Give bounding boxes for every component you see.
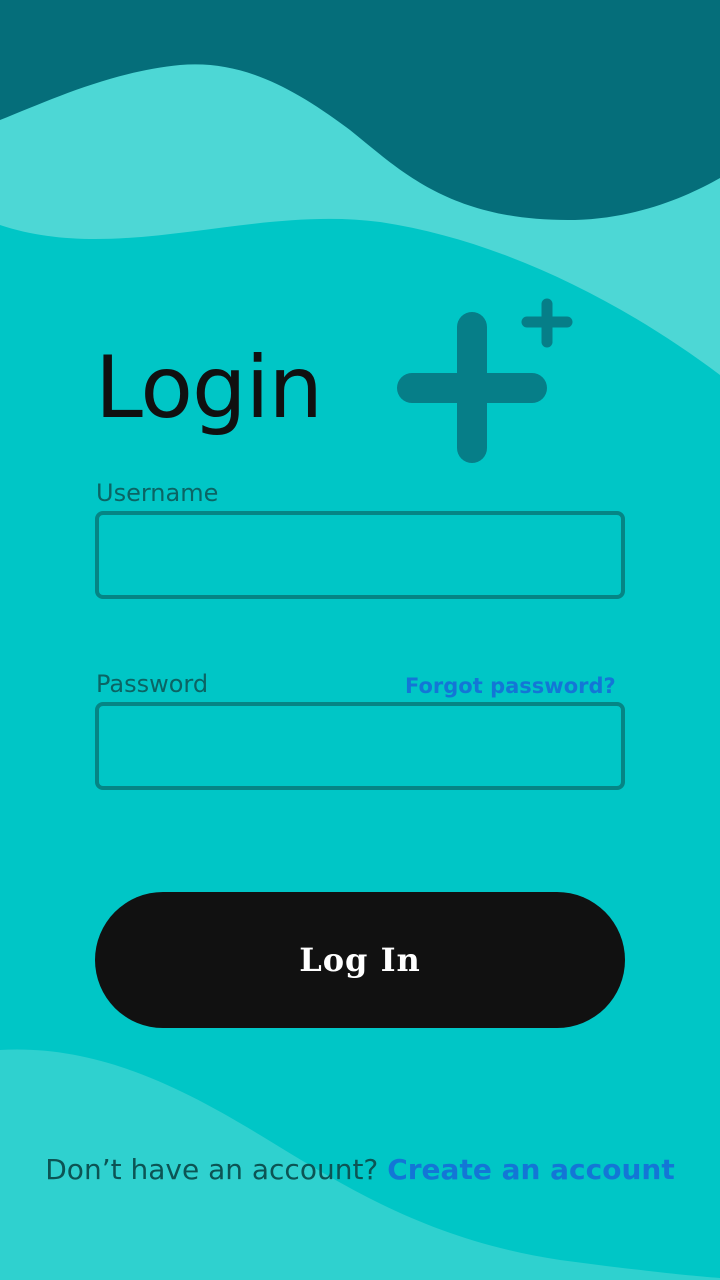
signup-prompt: Don’t have an account? — [45, 1153, 379, 1186]
forgot-password-link[interactable]: Forgot password? — [405, 673, 616, 699]
username-input[interactable] — [95, 511, 625, 599]
username-label: Username — [96, 479, 219, 507]
create-account-link[interactable]: Create an account — [387, 1153, 675, 1186]
signup-row: Don’t have an account? Create an account — [0, 1150, 720, 1190]
page-title: Login — [95, 338, 323, 438]
login-button[interactable]: Log In — [95, 892, 625, 1028]
login-screen: Login Username Password Forgot password?… — [0, 0, 720, 1280]
password-label: Password — [96, 670, 209, 698]
plus-plus-icon — [397, 298, 573, 463]
password-input[interactable] — [95, 702, 625, 790]
background-waves — [0, 0, 720, 1280]
